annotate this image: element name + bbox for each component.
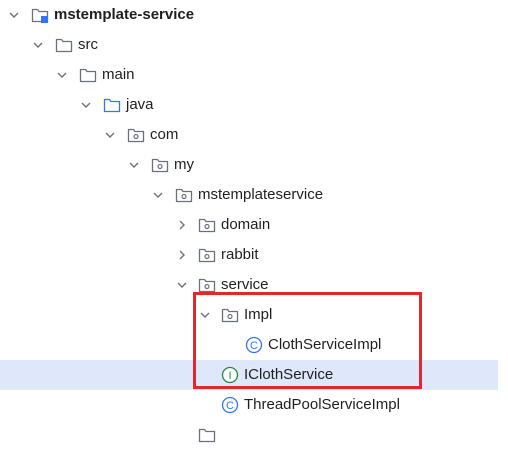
package-icon	[198, 246, 216, 264]
chevron-right-icon[interactable]	[176, 249, 188, 261]
svg-text:C: C	[226, 400, 234, 412]
package-icon	[198, 216, 216, 234]
package-icon	[175, 186, 193, 204]
tree-item-rabbit[interactable]: rabbit	[0, 240, 498, 270]
tree-item-my[interactable]: my	[0, 150, 498, 180]
tree-item-src[interactable]: src	[0, 30, 498, 60]
chevron-down-icon[interactable]	[152, 189, 164, 201]
folder-icon	[79, 66, 97, 84]
folder-icon	[55, 36, 73, 54]
tree-item-mstemplateservice[interactable]: mstemplateservice	[0, 180, 498, 210]
tree-item-label: main	[102, 66, 135, 83]
tree-item-label: rabbit	[221, 246, 259, 263]
chevron-down-icon[interactable]	[128, 159, 140, 171]
chevron-down-icon[interactable]	[56, 69, 68, 81]
tree-item-label: domain	[221, 216, 271, 233]
chevron-down-icon[interactable]	[8, 9, 20, 21]
tree-item-com[interactable]: com	[0, 120, 498, 150]
class-icon: C	[221, 396, 239, 414]
package-icon	[151, 156, 169, 174]
tree-item-label: my	[174, 156, 194, 173]
chevron-right-icon[interactable]	[176, 219, 188, 231]
tree-item-label: src	[78, 36, 98, 53]
annotation-highlight-box	[193, 292, 422, 389]
tree-item-label: ThreadPoolServiceImpl	[244, 396, 400, 413]
package-icon	[198, 426, 216, 444]
chevron-down-icon[interactable]	[80, 99, 92, 111]
tree-item-main[interactable]: main	[0, 60, 498, 90]
tree-item-label: mstemplate-service	[54, 6, 195, 23]
chevron-down-icon[interactable]	[32, 39, 44, 51]
tree-item-mstemplate-service[interactable]: mstemplate-service	[0, 0, 498, 30]
tree-item-label: com	[150, 126, 179, 143]
tree-item-label: mstemplateservice	[198, 186, 324, 203]
chevron-down-icon[interactable]	[176, 279, 188, 291]
package-icon	[127, 126, 145, 144]
chevron-down-icon[interactable]	[104, 129, 116, 141]
vertical-scrollbar[interactable]	[498, 0, 508, 430]
source-root-folder-icon	[103, 96, 121, 114]
tree-item-threadpoolserviceimpl[interactable]: C ThreadPoolServiceImpl	[0, 390, 498, 420]
tree-item-label: java	[126, 96, 154, 113]
tree-item-partial[interactable]	[0, 420, 498, 450]
tree-item-java[interactable]: java	[0, 90, 498, 120]
tree-item-domain[interactable]: domain	[0, 210, 498, 240]
module-folder-icon	[31, 6, 49, 24]
